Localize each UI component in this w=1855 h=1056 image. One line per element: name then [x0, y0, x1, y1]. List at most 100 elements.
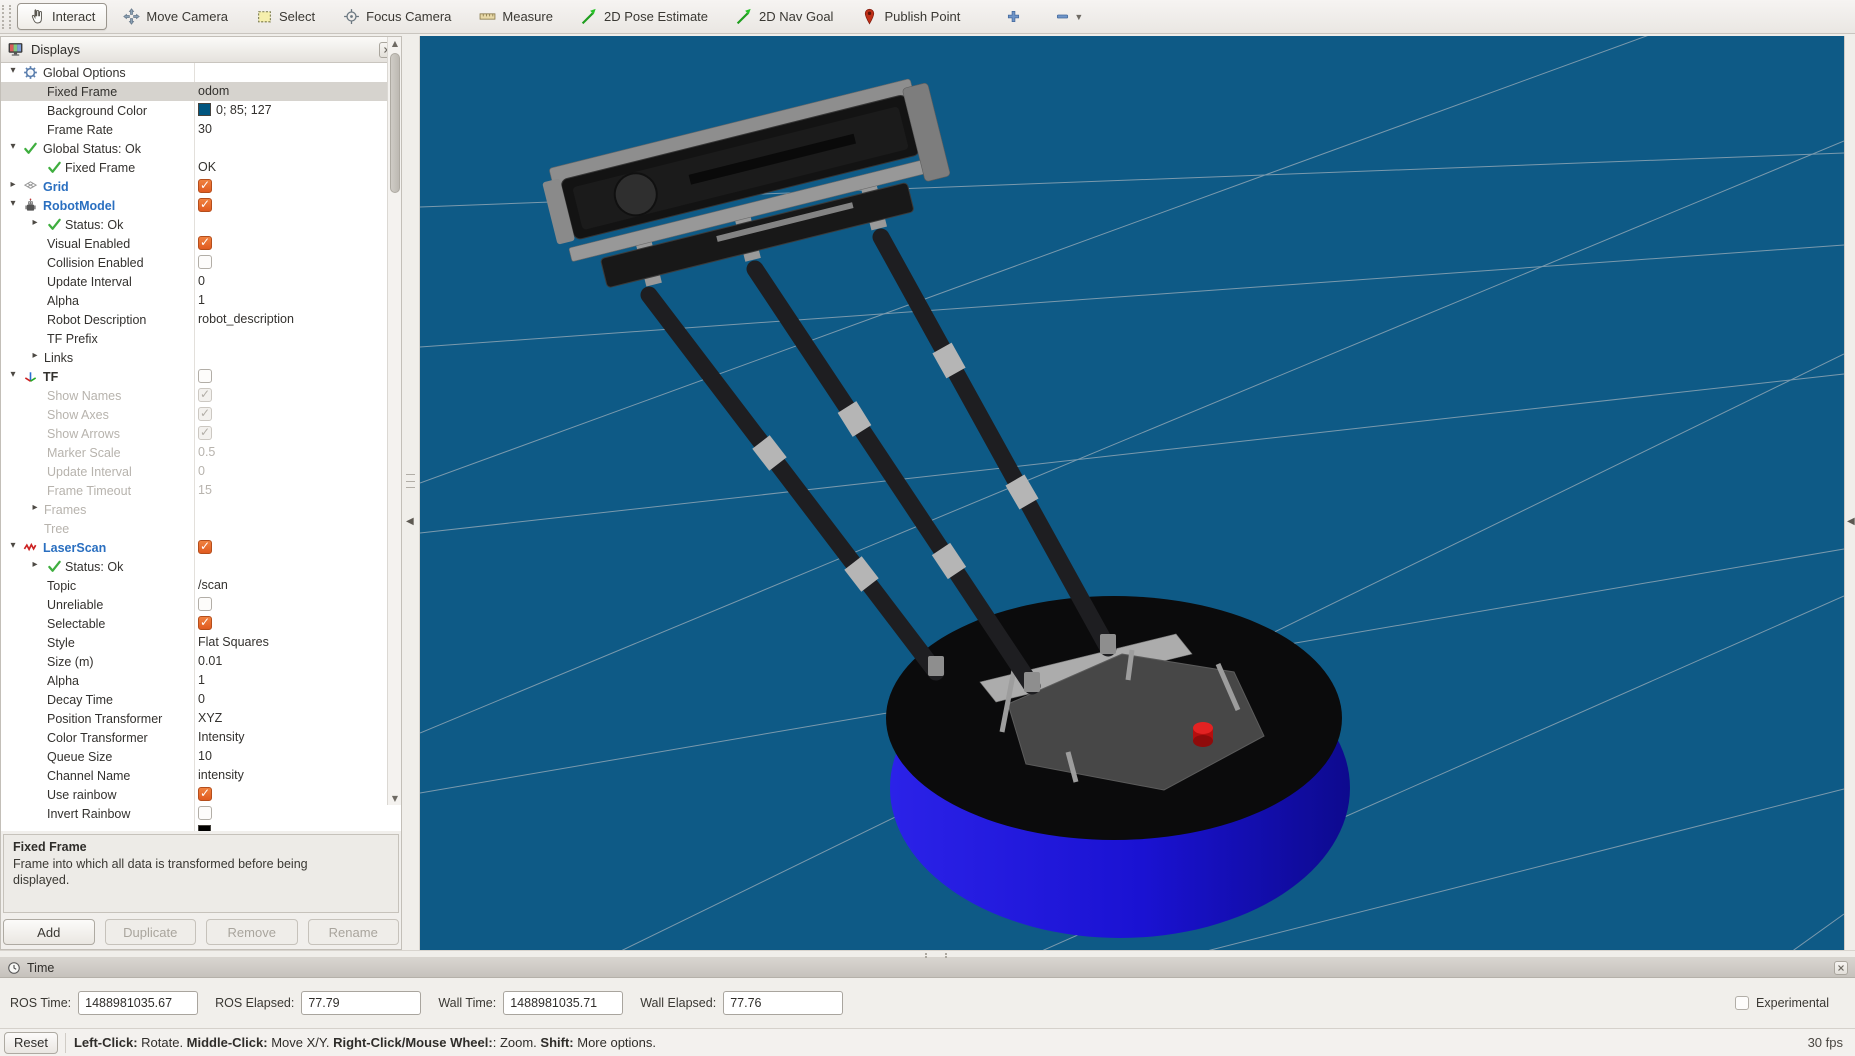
tree-row-collision-enabled[interactable]: Collision Enabled: [1, 253, 401, 272]
tree-row-robotmodel[interactable]: ▾ RobotModel: [1, 196, 401, 215]
expand-arrow-icon[interactable]: ▸: [29, 217, 41, 228]
bottom-splitter[interactable]: [0, 950, 1855, 958]
tree-row-status-ok[interactable]: ▸ Status: Ok: [1, 557, 401, 576]
checkbox[interactable]: [198, 805, 212, 820]
checkbox[interactable]: [198, 786, 212, 801]
checkbox[interactable]: [198, 539, 212, 554]
right-splitter[interactable]: ◀: [1844, 36, 1855, 950]
scroll-down-icon[interactable]: ▼: [388, 792, 402, 805]
tree-row-use-rainbow[interactable]: Use rainbow: [1, 785, 401, 804]
add-tool-button[interactable]: [998, 4, 1029, 30]
checkbox[interactable]: [198, 235, 212, 250]
displays-panel-header[interactable]: Displays: [1, 37, 401, 63]
time-field-input[interactable]: [301, 991, 422, 1015]
time-field-input[interactable]: [723, 991, 844, 1015]
collapse-arrow-icon[interactable]: ▾: [7, 369, 19, 380]
tree-row-tree[interactable]: Tree: [1, 519, 401, 538]
checkbox[interactable]: [198, 254, 212, 269]
tree-row-frames[interactable]: ▸ Frames: [1, 500, 401, 519]
checkbox[interactable]: [198, 178, 212, 193]
remove-tool-button[interactable]: ▼: [1047, 4, 1091, 30]
tree-row-color-transformer[interactable]: Color Transformer Intensity: [1, 728, 401, 747]
tree-row-value[interactable]: [198, 615, 212, 630]
tree-row-alpha[interactable]: Alpha 1: [1, 291, 401, 310]
expand-arrow-icon[interactable]: ▸: [29, 559, 41, 570]
tree-row-fixed-frame[interactable]: Fixed Frame odom: [1, 82, 401, 101]
splitter-grip[interactable]: [925, 953, 947, 956]
render-viewport[interactable]: [420, 36, 1844, 950]
collapse-arrow-icon[interactable]: ▾: [7, 65, 19, 76]
tree-row-tf[interactable]: ▾ TF: [1, 367, 401, 386]
tree-row-value[interactable]: [198, 596, 212, 611]
tree-row-links[interactable]: ▸ Links: [1, 348, 401, 367]
tree-row-value[interactable]: [198, 539, 212, 554]
tree-row-value[interactable]: [198, 197, 212, 212]
tree-row-value[interactable]: [198, 406, 212, 421]
tree-row-unreliable[interactable]: Unreliable: [1, 595, 401, 614]
checkbox[interactable]: [198, 425, 212, 440]
tree-row-background-color[interactable]: Background Color 0; 85; 127: [1, 101, 401, 120]
time-field-input[interactable]: [503, 991, 624, 1015]
2d-pose-estimate-tool-button[interactable]: 2D Pose Estimate: [569, 3, 720, 30]
tree-row-value[interactable]: [198, 805, 212, 820]
tree-row-update-interval[interactable]: Update Interval 0: [1, 462, 401, 481]
tree-row-decay-time[interactable]: Decay Time 0: [1, 690, 401, 709]
checkbox[interactable]: [198, 596, 212, 611]
checkbox[interactable]: [198, 387, 212, 402]
tree-row-value[interactable]: [198, 786, 212, 801]
tree-row-channel-name[interactable]: Channel Name intensity: [1, 766, 401, 785]
tree-row-frame-timeout[interactable]: Frame Timeout 15: [1, 481, 401, 500]
tree-row-invert-rainbow[interactable]: Invert Rainbow: [1, 804, 401, 823]
tree-row-position-transformer[interactable]: Position Transformer XYZ: [1, 709, 401, 728]
expand-arrow-icon[interactable]: ▸: [7, 179, 19, 190]
tree-row-status-ok[interactable]: ▸ Status: Ok: [1, 215, 401, 234]
tree-row-marker-scale[interactable]: Marker Scale 0.5: [1, 443, 401, 462]
collapse-right-icon[interactable]: ◀: [1847, 516, 1855, 527]
tree-row-frame-rate[interactable]: Frame Rate 30: [1, 120, 401, 139]
scrollbar-thumb[interactable]: [390, 53, 400, 193]
checkbox[interactable]: [198, 615, 212, 630]
displays-tree[interactable]: ▾ Global Options Fixed Frame odom Background…: [1, 63, 401, 831]
tree-scrollbar[interactable]: ▲ ▼: [387, 37, 401, 805]
tree-row-visual-enabled[interactable]: Visual Enabled: [1, 234, 401, 253]
tree-row-robot-description[interactable]: Robot Description robot_description: [1, 310, 401, 329]
tree-row-value[interactable]: [198, 425, 212, 440]
2d-nav-goal-tool-button[interactable]: 2D Nav Goal: [724, 3, 845, 30]
chevron-down-icon[interactable]: ▼: [1074, 12, 1083, 22]
expand-arrow-icon[interactable]: ▸: [29, 350, 41, 361]
checkbox[interactable]: [198, 197, 212, 212]
tree-row-size-m-[interactable]: Size (m) 0.01: [1, 652, 401, 671]
toolbar-drag-handle[interactable]: [2, 4, 11, 29]
measure-tool-button[interactable]: Measure: [467, 3, 565, 30]
tree-row-laserscan[interactable]: ▾ LaserScan: [1, 538, 401, 557]
tree-row-grid[interactable]: ▸ Grid: [1, 177, 401, 196]
tree-row-queue-size[interactable]: Queue Size 10: [1, 747, 401, 766]
tree-row-value[interactable]: [198, 254, 212, 269]
tree-row-show-axes[interactable]: Show Axes: [1, 405, 401, 424]
splitter-grip[interactable]: [406, 474, 415, 488]
tree-row-value[interactable]: [198, 235, 212, 250]
experimental-checkbox[interactable]: [1735, 996, 1750, 1010]
tree-row-value[interactable]: [198, 387, 212, 402]
collapse-arrow-icon[interactable]: ▾: [7, 141, 19, 152]
time-close-button[interactable]: [1834, 960, 1848, 975]
checkbox[interactable]: [198, 368, 212, 383]
tree-row-show-names[interactable]: Show Names: [1, 386, 401, 405]
tree-row-value[interactable]: [198, 178, 212, 193]
select-tool-button[interactable]: Select: [244, 3, 327, 30]
tree-row-partial[interactable]: [1, 823, 401, 831]
interact-tool-button[interactable]: Interact: [17, 3, 108, 30]
tree-row-tf-prefix[interactable]: TF Prefix: [1, 329, 401, 348]
collapse-arrow-icon[interactable]: ▾: [7, 198, 19, 209]
collapse-arrow-icon[interactable]: ▾: [7, 540, 19, 551]
tree-row-global-options[interactable]: ▾ Global Options: [1, 63, 401, 82]
tree-row-value[interactable]: [198, 368, 212, 383]
checkbox[interactable]: [198, 406, 212, 421]
tree-row-selectable[interactable]: Selectable: [1, 614, 401, 633]
tree-row-global-status-ok[interactable]: ▾ Global Status: Ok: [1, 139, 401, 158]
publish-point-tool-button[interactable]: Publish Point: [849, 3, 972, 30]
tree-row-update-interval[interactable]: Update Interval 0: [1, 272, 401, 291]
time-panel-header[interactable]: Time: [0, 958, 1855, 978]
tree-row-topic[interactable]: Topic/scan: [1, 576, 401, 595]
tree-row-style[interactable]: Style Flat Squares: [1, 633, 401, 652]
